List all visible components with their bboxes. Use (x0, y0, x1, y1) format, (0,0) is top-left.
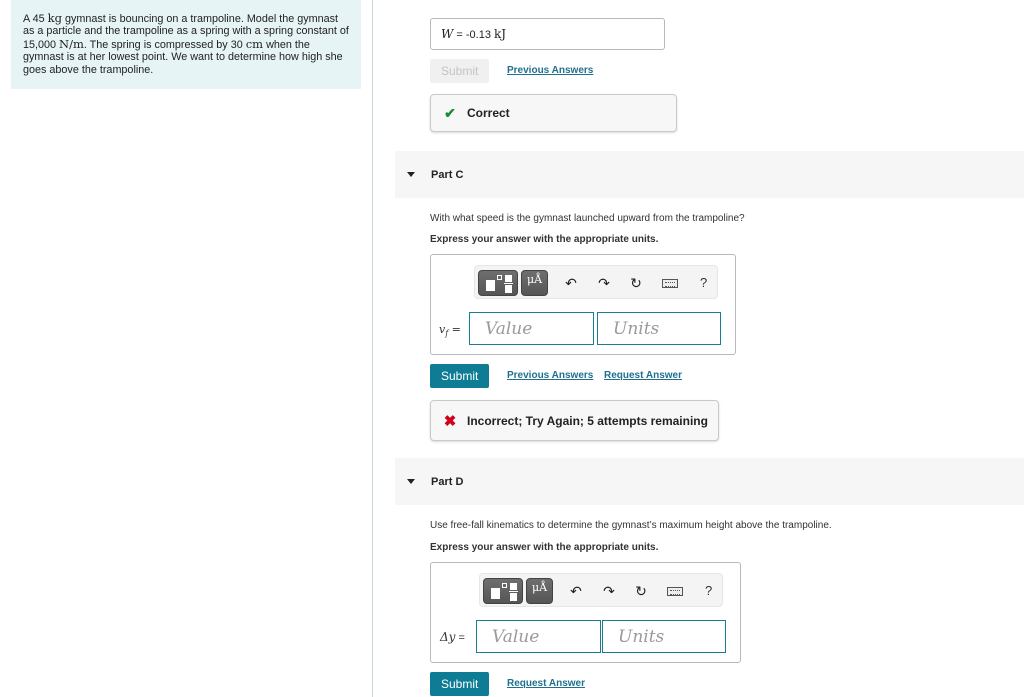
part-c-question: With what speed is the gymnast launched … (430, 213, 745, 224)
part-c-submit-button[interactable]: Submit (430, 364, 490, 388)
math-unit: cm (245, 36, 264, 51)
answer-variable: W (441, 27, 454, 41)
templates-button[interactable] (483, 578, 523, 604)
templates-button[interactable] (478, 270, 518, 296)
units-input[interactable] (602, 620, 726, 653)
problem-statement: A 45 kg gymnast is bouncing on a trampol… (11, 0, 361, 89)
part-d-answer-panel: μÅ ↶ ↷ ↻ ? Δy = (430, 562, 741, 663)
help-icon[interactable]: ? (700, 275, 707, 290)
part-c-instruction: Express your answer with the appropriate… (430, 234, 659, 245)
collapse-triangle-icon[interactable] (407, 172, 415, 177)
units-input[interactable] (597, 312, 721, 345)
part-d-title: Part D (431, 475, 464, 488)
part-d-instruction: Express your answer with the appropriate… (430, 542, 659, 553)
part-c-title: Part C (431, 168, 464, 181)
reset-icon[interactable]: ↻ (628, 274, 644, 292)
part-c-feedback-incorrect: ✖ Incorrect; Try Again; 5 attempts remai… (430, 400, 719, 441)
part-b-feedback-correct: ✔ Correct (430, 94, 677, 132)
math-unit: N/m (59, 36, 84, 51)
part-b-submit-button[interactable]: Submit (430, 59, 490, 83)
equals-sign: = (455, 632, 465, 644)
math-unit: kg (47, 11, 62, 25)
part-d-question: Use free-fall kinematics to determine th… (430, 520, 832, 531)
keyboard-icon[interactable] (662, 279, 678, 288)
equals-sign: = (453, 29, 466, 41)
variable-symbol: Δy (440, 630, 456, 644)
part-c-header[interactable]: Part C (395, 151, 1024, 198)
answer-unit: kJ (494, 27, 507, 41)
redo-icon[interactable]: ↷ (596, 274, 612, 292)
equals-sign: = (448, 323, 461, 336)
symbols-button[interactable]: μÅ (526, 578, 553, 604)
symbols-button[interactable]: μÅ (521, 270, 548, 296)
math-toolbar: μÅ ↶ ↷ ↻ ? (479, 573, 723, 607)
part-b-previous-answers-link[interactable]: Previous Answers (507, 65, 593, 76)
problem-text: A 45 (23, 13, 48, 25)
redo-icon[interactable]: ↷ (601, 582, 617, 600)
help-icon[interactable]: ? (705, 583, 712, 598)
value-input[interactable] (476, 620, 601, 653)
part-d-header[interactable]: Part D (395, 458, 1024, 505)
math-toolbar: μÅ ↶ ↷ ↻ ? (474, 265, 718, 299)
problem-text: . The spring is compressed by 30 (83, 38, 246, 51)
reset-icon[interactable]: ↻ (633, 582, 649, 600)
feedback-text: Incorrect; Try Again; 5 attempts remaini… (467, 413, 708, 428)
part-c-request-answer-link[interactable]: Request Answer (604, 370, 682, 381)
part-c-answer-panel: μÅ ↶ ↷ ↻ ? vf = (430, 254, 736, 355)
x-mark-icon: ✖ (443, 412, 457, 430)
value-input[interactable] (469, 312, 594, 345)
part-b-answer-display: W = -0.13 kJ (430, 18, 665, 50)
variable-label: Δy = (440, 630, 465, 644)
feedback-text: Correct (467, 106, 510, 120)
part-c-previous-answers-link[interactable]: Previous Answers (507, 370, 593, 381)
answer-value: -0.13 (465, 29, 495, 41)
undo-icon[interactable]: ↶ (563, 274, 579, 292)
collapse-triangle-icon[interactable] (407, 479, 415, 484)
undo-icon[interactable]: ↶ (568, 582, 584, 600)
part-d-submit-button[interactable]: Submit (430, 672, 490, 696)
checkmark-icon: ✔ (444, 104, 456, 121)
keyboard-icon[interactable] (667, 587, 683, 596)
variable-label: vf = (439, 323, 461, 338)
divider (372, 0, 373, 697)
part-d-request-answer-link[interactable]: Request Answer (507, 678, 585, 689)
